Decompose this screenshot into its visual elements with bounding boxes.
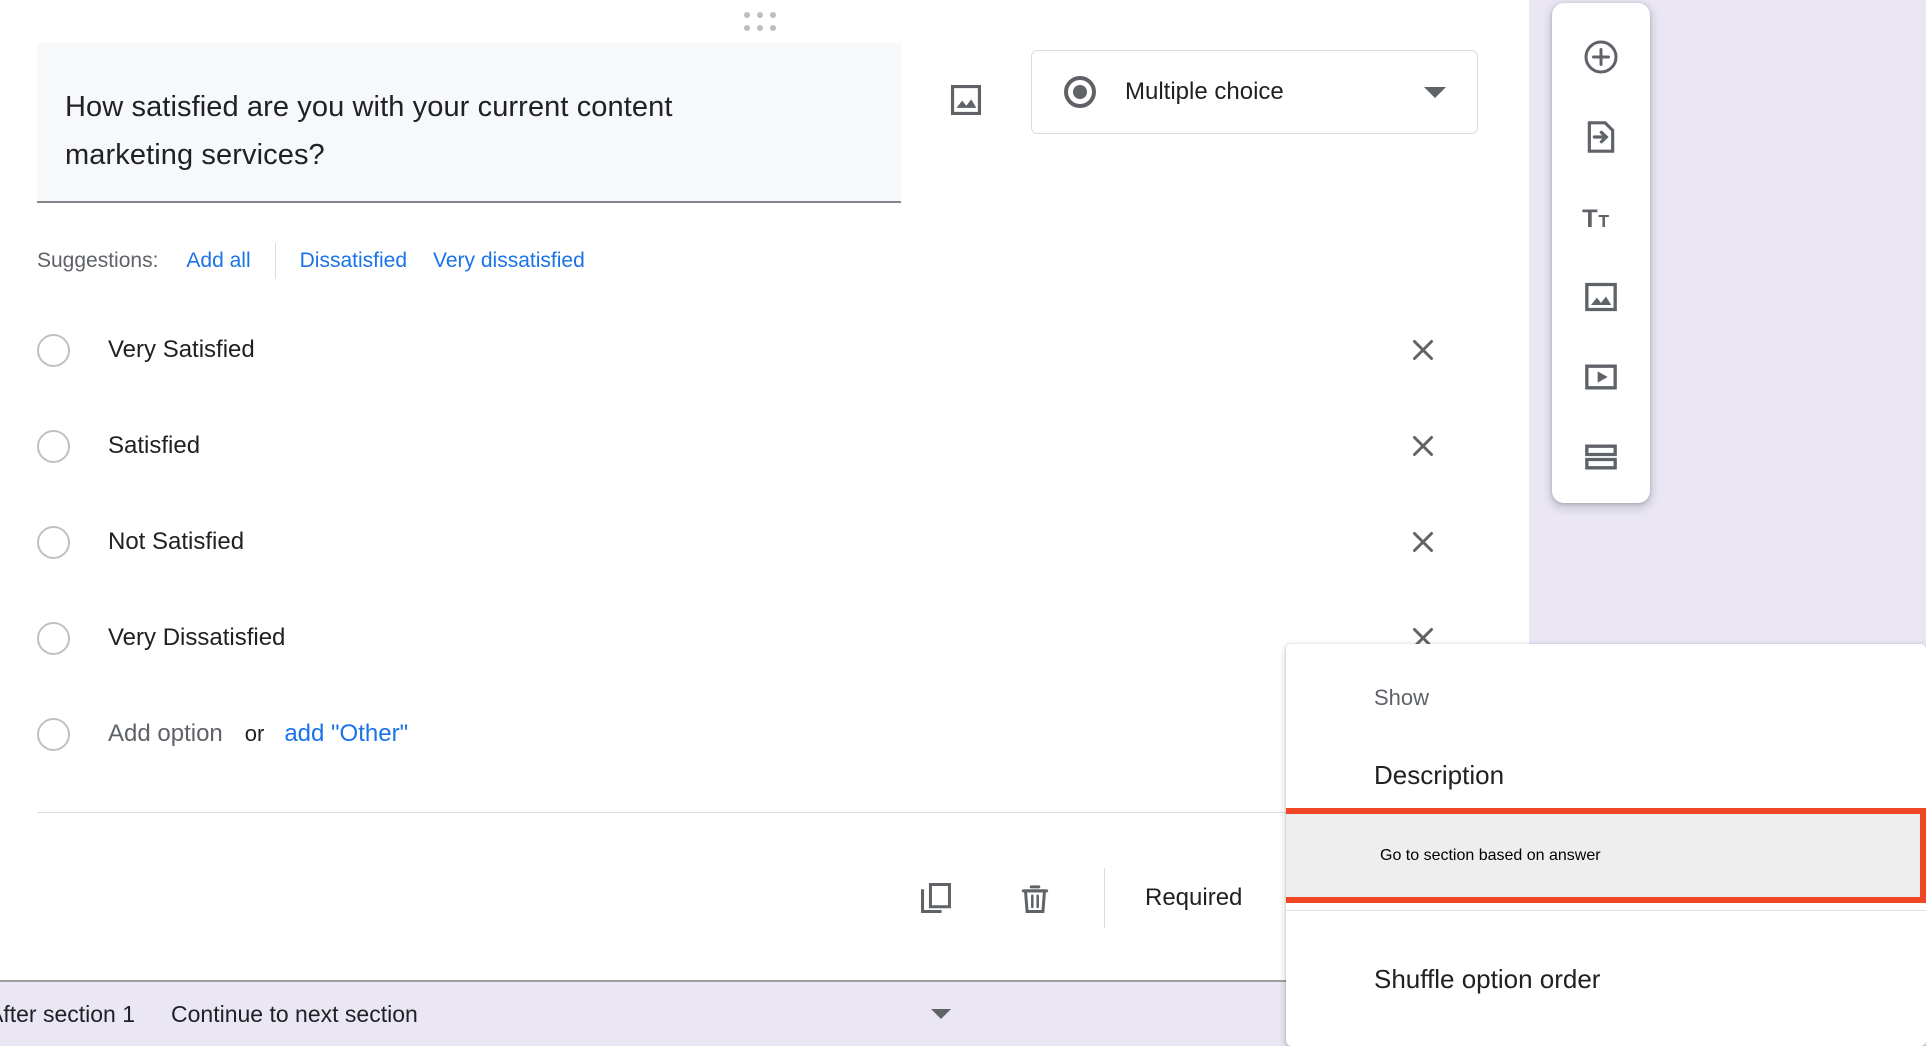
- duplicate-icon: [921, 883, 951, 913]
- image-icon: [950, 84, 982, 116]
- option-remove-button[interactable]: [1399, 326, 1447, 374]
- menu-item-description-label: Description: [1374, 759, 1505, 790]
- suggestion-chip-very-dissatisfied[interactable]: Very dissatisfied: [433, 249, 585, 273]
- suggestions-label: Suggestions:: [37, 249, 159, 272]
- radio-button-icon: [1064, 76, 1096, 108]
- menu-divider: [1286, 910, 1926, 911]
- add-option-button[interactable]: Add option: [108, 720, 223, 748]
- svg-text:T: T: [1582, 205, 1598, 233]
- suggestion-add-all-button[interactable]: Add all: [186, 249, 250, 273]
- option-label-input[interactable]: Very Dissatisfied: [108, 624, 1399, 652]
- option-label-input[interactable]: Not Satisfied: [108, 528, 1399, 556]
- menu-section-header-show: Show: [1374, 685, 1430, 710]
- add-video-button[interactable]: [1561, 337, 1641, 417]
- question-title-text: How satisfied are you with your current …: [65, 91, 673, 171]
- option-row: Satisfied: [37, 422, 1447, 470]
- add-title-and-description-icon: T T: [1582, 205, 1609, 233]
- add-option-row: Add option or add "Other": [37, 710, 408, 758]
- add-other-button[interactable]: add "Other": [284, 720, 408, 748]
- question-title-input[interactable]: How satisfied are you with your current …: [37, 43, 901, 203]
- option-radio-icon[interactable]: [37, 525, 70, 559]
- menu-item-go-to-section-label: Go to section based on answer: [1380, 846, 1601, 864]
- chevron-down-icon: [931, 1009, 952, 1019]
- drag-handle-dots-icon[interactable]: [743, 10, 777, 32]
- add-image-icon: [1585, 282, 1617, 312]
- after-section-label: After section 1: [0, 1000, 136, 1027]
- question-overflow-menu: Show Description Go to section based on …: [1286, 644, 1926, 1046]
- question-type-dropdown[interactable]: Multiple choice: [1031, 50, 1478, 134]
- menu-item-go-to-section-based-on-answer[interactable]: Go to section based on answer: [1286, 808, 1926, 903]
- suggestions-divider: [274, 243, 276, 279]
- menu-item-shuffle-option-order[interactable]: Shuffle option order: [1286, 941, 1926, 1017]
- close-icon: [1413, 532, 1433, 552]
- duplicate-question-button[interactable]: [900, 862, 972, 934]
- option-row: Very Satisfied: [37, 326, 1447, 374]
- option-row: Very Dissatisfied: [37, 614, 1447, 662]
- add-question-icon: [1584, 40, 1618, 74]
- svg-text:T: T: [1598, 211, 1609, 231]
- import-questions-icon: [1587, 121, 1615, 153]
- close-icon: [1413, 436, 1433, 456]
- required-toggle-label[interactable]: Required: [1145, 884, 1242, 912]
- chevron-down-icon: [1424, 86, 1446, 98]
- add-question-button[interactable]: [1561, 17, 1641, 97]
- option-label-input[interactable]: Satisfied: [108, 432, 1399, 460]
- card-actions-toolbar: Required: [900, 862, 1242, 934]
- add-item-toolbar: T T: [1552, 3, 1650, 503]
- add-title-and-description-button[interactable]: T T: [1561, 177, 1641, 257]
- close-icon: [1413, 340, 1433, 360]
- delete-question-button[interactable]: [999, 862, 1071, 934]
- menu-item-shuffle-label: Shuffle option order: [1374, 963, 1601, 994]
- suggestions-row: Suggestions: Add all Dissatisfied Very d…: [37, 243, 585, 279]
- add-section-icon: [1585, 444, 1617, 470]
- question-image-button[interactable]: [938, 72, 994, 128]
- menu-item-description[interactable]: Description: [1286, 737, 1926, 813]
- import-questions-button[interactable]: [1561, 97, 1641, 177]
- add-option-or-text: or: [244, 721, 265, 746]
- option-row: Not Satisfied: [37, 518, 1447, 566]
- add-video-icon: [1585, 364, 1617, 390]
- section-navigation-dropdown[interactable]: Continue to next section: [171, 1000, 952, 1028]
- option-remove-button[interactable]: [1399, 518, 1447, 566]
- question-type-value: Multiple choice: [1125, 78, 1284, 105]
- add-option-radio-icon: [37, 717, 70, 751]
- suggestion-chip-dissatisfied[interactable]: Dissatisfied: [300, 249, 407, 273]
- option-label-input[interactable]: Very Satisfied: [108, 336, 1399, 364]
- option-radio-icon[interactable]: [37, 621, 70, 655]
- option-remove-button[interactable]: [1399, 422, 1447, 470]
- option-radio-icon[interactable]: [37, 333, 70, 367]
- trash-icon: [1021, 885, 1049, 913]
- card-footer-divider: [37, 812, 1492, 813]
- add-image-button[interactable]: [1561, 257, 1641, 337]
- add-section-button[interactable]: [1561, 417, 1641, 497]
- option-radio-icon[interactable]: [37, 429, 70, 463]
- section-navigation-value: Continue to next section: [171, 1000, 418, 1027]
- actions-divider: [1104, 868, 1105, 928]
